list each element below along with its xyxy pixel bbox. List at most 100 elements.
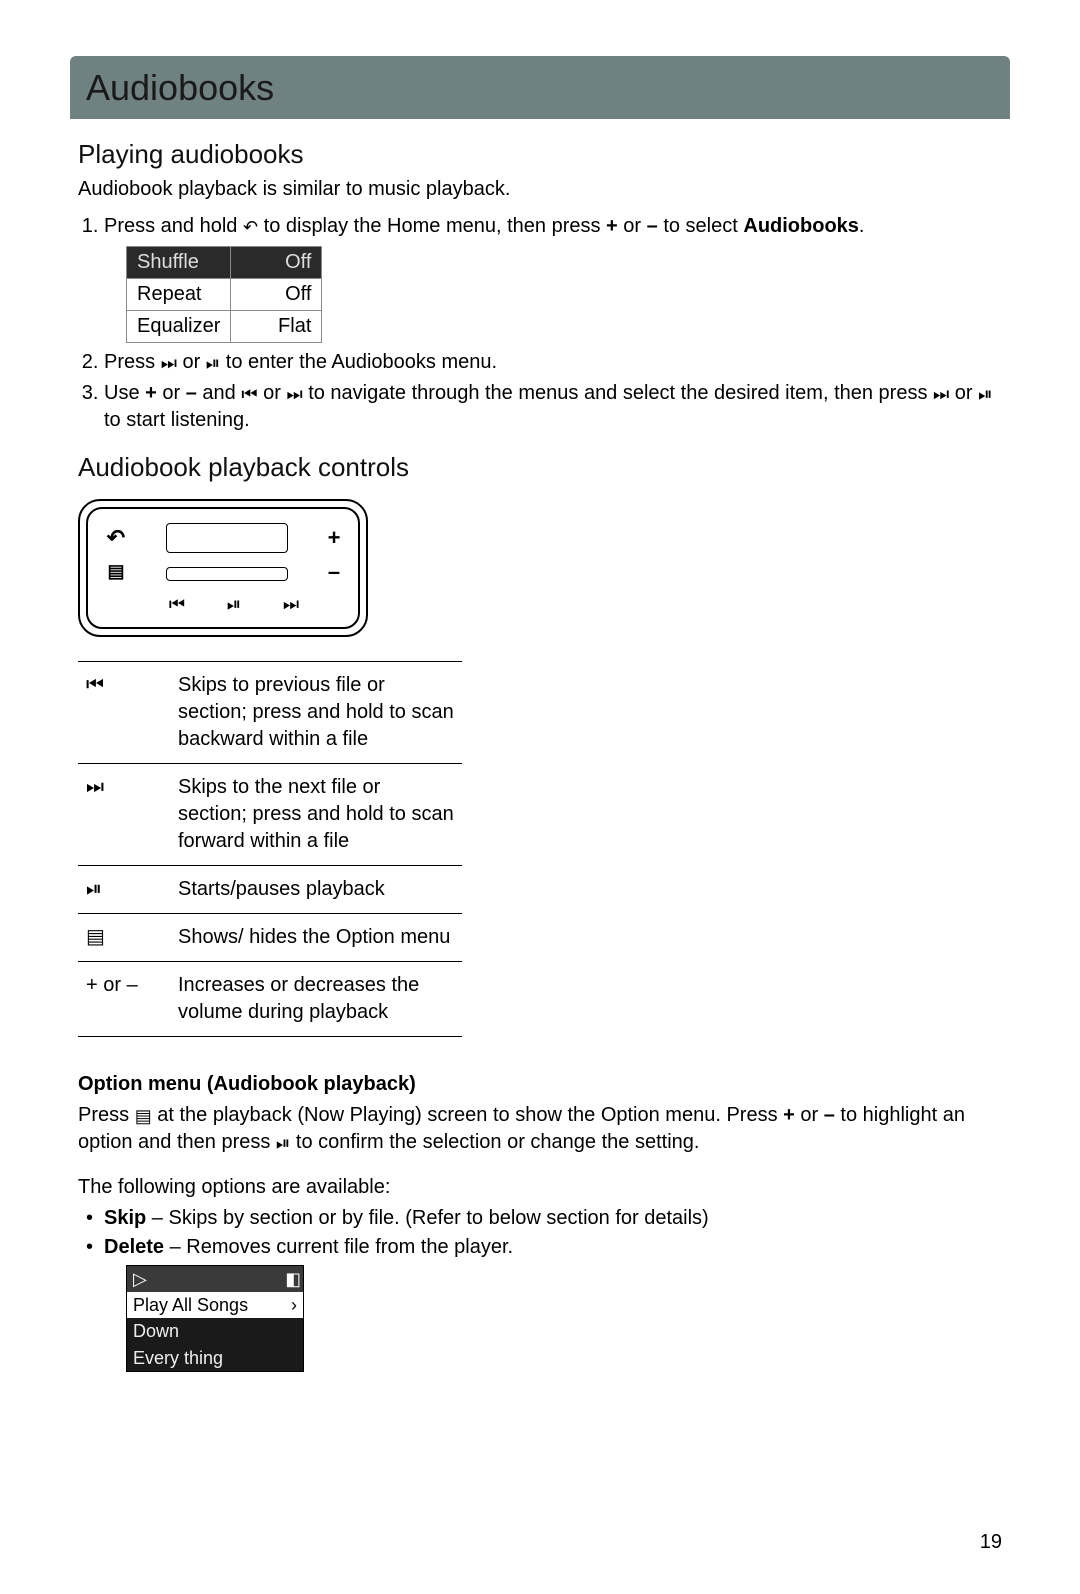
fast-forward-icon: ⏭ [78, 763, 170, 865]
option-desc: – Skips by section or by file. (Refer to… [146, 1207, 708, 1229]
steps-list: Press and hold ↶ to display the Home men… [78, 213, 1002, 434]
text: to display the Home menu, then press [258, 215, 606, 237]
text: or [795, 1104, 824, 1126]
fast-forward-icon: ⏭ [161, 351, 177, 375]
control-description: Shows/ hides the Option menu [170, 913, 462, 961]
volume-keys: + or – [78, 961, 170, 1036]
rewind-icon: ⏮ [169, 592, 185, 616]
menu-value: Off [231, 246, 322, 278]
minus-key: – [824, 1104, 835, 1126]
control-description: Starts/pauses playback [170, 865, 462, 913]
play-pause-icon: ⏯ [206, 351, 220, 375]
option-menu-description: Press ▤ at the playback (Now Playing) sc… [78, 1102, 1002, 1156]
text: to navigate through the menus and select… [303, 382, 933, 404]
device-screen [166, 523, 288, 553]
option-label: Delete [104, 1236, 164, 1258]
play-pause-icon: ⏯ [276, 1131, 290, 1155]
option-skip: Skip – Skips by section or by file. (Ref… [104, 1205, 1002, 1232]
controls-reference-table: ⏮ Skips to previous file or section; pre… [78, 661, 462, 1037]
text: at the playback (Now Playing) screen to … [152, 1104, 783, 1126]
step-2: Press ⏭ or ⏯ to enter the Audiobooks men… [104, 349, 1002, 376]
text: or [618, 215, 647, 237]
text: Press and hold [104, 215, 243, 237]
menu-row-shuffle: Shuffle Off [127, 246, 322, 278]
fast-forward-icon: ⏭ [286, 382, 302, 406]
option-menu-heading: Option menu (Audiobook playback) [78, 1071, 1002, 1098]
file-list-row: Every thing [127, 1345, 303, 1371]
text: or [177, 351, 206, 373]
table-row: ⏯ Starts/pauses playback [78, 865, 462, 913]
page-title: Audiobooks [86, 64, 994, 113]
text: Press [78, 1104, 135, 1126]
fast-forward-icon: ⏭ [933, 382, 949, 406]
step-3: Use + or – and ⏮ or ⏭ to navigate throug… [104, 380, 1002, 434]
audiobooks-label: Audiobooks [743, 215, 859, 237]
text: or [949, 382, 978, 404]
heading-playing: Playing audiobooks [78, 137, 1002, 172]
play-pause-icon: ⏯ [978, 382, 992, 406]
menu-label: Shuffle [127, 246, 231, 278]
device-diagram: ↶ + ▤ – ⏮ ⏯ ⏭ [78, 499, 1002, 637]
control-description: Skips to previous file or section; press… [170, 661, 462, 763]
table-row: ⏮ Skips to previous file or section; pre… [78, 661, 462, 763]
section-title-bar: Audiobooks [70, 56, 1010, 119]
options-menu-icon: ▤ [78, 913, 170, 961]
rewind-icon: ⏮ [241, 382, 257, 406]
chevron-right-icon: › [291, 1293, 297, 1317]
file-list-label: Every thing [133, 1346, 223, 1370]
text: to start listening. [104, 409, 250, 431]
option-delete: Delete – Removes current file from the p… [104, 1234, 1002, 1372]
options-list: Skip – Skips by section or by file. (Ref… [78, 1205, 1002, 1372]
option-label: Skip [104, 1207, 146, 1229]
menu-value: Off [231, 278, 322, 310]
text: or [258, 382, 287, 404]
text: . [859, 215, 865, 237]
fast-forward-icon: ⏭ [283, 592, 299, 616]
table-row: ⏭ Skips to the next file or section; pre… [78, 763, 462, 865]
back-icon: ↶ [100, 523, 132, 553]
play-pause-icon: ⏯ [78, 865, 170, 913]
options-available-text: The following options are available: [78, 1174, 1002, 1201]
options-menu-icon: ▤ [135, 1104, 152, 1128]
plus-key: + [783, 1104, 795, 1126]
menu-row-equalizer: Equalizer Flat [127, 310, 322, 342]
menu-value: Flat [231, 310, 322, 342]
control-description: Skips to the next file or section; press… [170, 763, 462, 865]
control-description: Increases or decreases the volume during… [170, 961, 462, 1036]
text: and [197, 382, 241, 404]
file-list-row: Play All Songs › [127, 1292, 303, 1318]
text: to confirm the selection or change the s… [290, 1131, 699, 1153]
file-list-header: ▷ ▮▯ [127, 1266, 303, 1292]
minus-icon: – [322, 557, 346, 587]
menu-row-repeat: Repeat Off [127, 278, 322, 310]
option-desc: – Removes current file from the player. [164, 1236, 513, 1258]
text: to enter the Audiobooks menu. [220, 351, 497, 373]
heading-controls: Audiobook playback controls [78, 450, 1002, 485]
file-list-label: Play All Songs [133, 1293, 248, 1317]
rewind-icon: ⏮ [78, 661, 170, 763]
battery-icon: ▮▯ [285, 1267, 297, 1291]
text: Press [104, 351, 161, 373]
minus-key: – [647, 215, 658, 237]
plus-key: + [606, 215, 618, 237]
file-list-graphic: ▷ ▮▯ Play All Songs › Down Every thing [126, 1265, 304, 1372]
intro-text: Audiobook playback is similar to music p… [78, 176, 1002, 203]
options-menu-icon: ▤ [100, 559, 132, 583]
device-screen-lower [166, 567, 288, 581]
table-row: + or – Increases or decreases the volume… [78, 961, 462, 1036]
file-list-row-selected: Down [127, 1318, 303, 1344]
text: Use [104, 382, 145, 404]
menu-label: Equalizer [127, 310, 231, 342]
minus-key: – [186, 382, 197, 404]
file-list-label: Down [133, 1319, 179, 1343]
play-pause-icon: ⏯ [227, 592, 241, 616]
table-row: ▤ Shows/ hides the Option menu [78, 913, 462, 961]
page-number: 19 [980, 1529, 1002, 1556]
text: or [157, 382, 186, 404]
settings-menu-graphic: Shuffle Off Repeat Off Equalizer Flat [126, 246, 322, 343]
back-icon: ↶ [243, 215, 258, 239]
menu-label: Repeat [127, 278, 231, 310]
plus-key: + [145, 382, 157, 404]
plus-icon: + [322, 523, 346, 553]
play-outline-icon: ▷ [133, 1267, 147, 1291]
